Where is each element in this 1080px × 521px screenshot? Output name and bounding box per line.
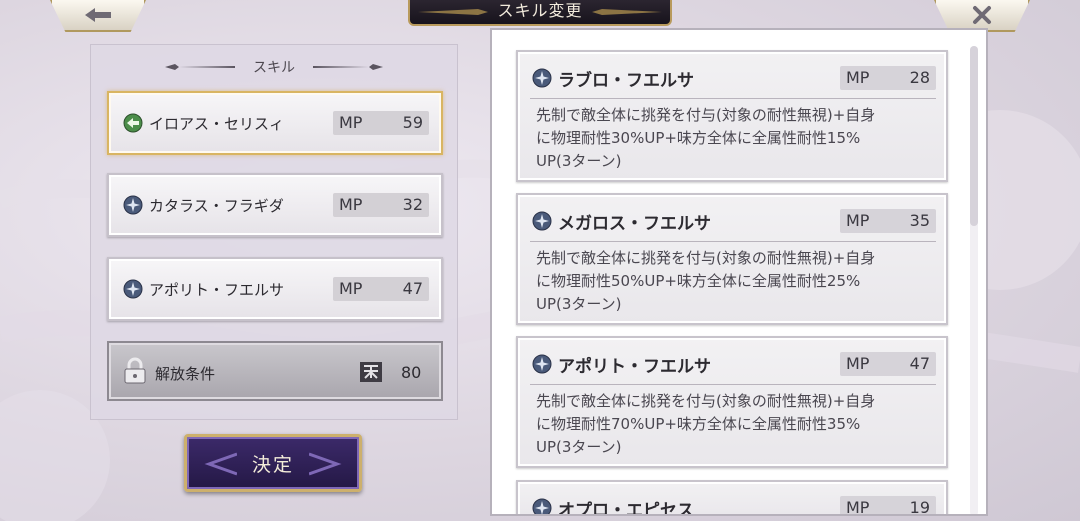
mp-value: 59 [402, 113, 423, 132]
chevron-left-ornament [204, 452, 237, 476]
description-line: UP(3ターン) [536, 438, 622, 456]
mp-cost: MP 19 [840, 496, 936, 516]
section-title: スキル [253, 60, 295, 76]
skill-slot-3[interactable]: アポリト・フエルサ MP 47 [107, 257, 443, 321]
mp-value: 28 [909, 68, 930, 87]
card-skill-name: アポリト・フエルサ [558, 357, 711, 377]
card-skill-name: オプロ・エピセス [558, 501, 694, 516]
description-line: 先制で敵全体に挑発を付与(対象の耐性無視)+自身 [536, 106, 876, 124]
mp-value: 47 [402, 279, 423, 298]
unlock-condition-value: 80 [401, 363, 422, 382]
mp-cost: MP 47 [840, 352, 936, 376]
close-icon [973, 6, 991, 24]
skill-slot-2[interactable]: カタラス・フラギダ MP 32 [107, 173, 443, 237]
card-skill-name: メガロス・フエルサ [558, 214, 711, 234]
skill-emblem-icon [123, 279, 143, 299]
mp-cost: MP 28 [840, 66, 936, 90]
title-ornament-right [592, 9, 662, 15]
scrollbar-thumb[interactable] [970, 46, 978, 226]
screen-title-plate: スキル変更 [408, 0, 672, 26]
card-skill-name: ラブロ・フエルサ [558, 71, 694, 91]
mp-label: MP [846, 68, 870, 87]
confirm-button[interactable]: 決定 [184, 434, 362, 492]
skill-card-1[interactable]: ラブロ・フエルサ MP 28 先制で敵全体に挑発を付与(対象の耐性無視)+自身 … [516, 50, 948, 182]
back-button[interactable] [50, 0, 146, 32]
mp-value: 19 [909, 498, 930, 516]
slot-skill-name: カタラス・フラギダ [149, 197, 284, 215]
skill-list-panel[interactable]: ラブロ・フエルサ MP 28 先制で敵全体に挑発を付与(対象の耐性無視)+自身 … [490, 28, 988, 516]
title-ornament-left [418, 9, 488, 15]
green-arrow-icon [123, 113, 143, 133]
slot-skill-name: イロアス・セリスィ [149, 115, 285, 133]
skill-emblem-icon [532, 211, 552, 231]
rank-kanji-icon [360, 362, 382, 382]
mp-label: MP [339, 113, 363, 132]
description-line: に物理耐性50%UP+味方全体に全属性耐性25% [536, 272, 861, 290]
skill-emblem-icon [123, 195, 143, 215]
description-line: UP(3ターン) [536, 295, 622, 313]
confirm-label: 決定 [251, 453, 294, 476]
skill-description: 先制で敵全体に挑発を付与(対象の耐性無視)+自身 に物理耐性50%UP+味方全体… [536, 247, 932, 316]
description-line: に物理耐性70%UP+味方全体に全属性耐性35% [536, 415, 861, 433]
skill-slot-1[interactable]: イロアス・セリスィ MP 59 [107, 91, 443, 155]
header-ornament-left [165, 64, 235, 70]
locked-skill-slot[interactable]: 解放条件 80 [107, 341, 443, 401]
chevron-right-ornament [309, 452, 342, 476]
skill-emblem-icon [532, 498, 552, 514]
mp-label: MP [846, 498, 870, 516]
skill-card-2[interactable]: メガロス・フエルサ MP 35 先制で敵全体に挑発を付与(対象の耐性無視)+自身… [516, 193, 948, 325]
skill-card-3[interactable]: アポリト・フエルサ MP 47 先制で敵全体に挑発を付与(対象の耐性無視)+自身… [516, 336, 948, 468]
mp-value: 32 [402, 195, 423, 214]
header-ornament-right [313, 64, 383, 70]
mp-cost: MP 35 [840, 209, 936, 233]
description-line: UP(3ターン) [536, 152, 622, 170]
mp-value: 35 [909, 211, 930, 230]
screen-title: スキル変更 [497, 1, 583, 20]
mp-label: MP [339, 195, 363, 214]
lock-icon [124, 357, 146, 384]
skill-card-4[interactable]: オプロ・エピセス MP 19 [516, 480, 948, 516]
card-divider [530, 241, 936, 242]
mp-cost: MP 59 [333, 111, 429, 135]
arrow-left-icon [85, 8, 111, 22]
unlock-condition-label: 解放条件 [155, 365, 216, 383]
card-divider [530, 98, 936, 99]
scrollbar[interactable] [970, 46, 978, 514]
skill-description: 先制で敵全体に挑発を付与(対象の耐性無視)+自身 に物理耐性30%UP+味方全体… [536, 104, 932, 173]
description-line: 先制で敵全体に挑発を付与(対象の耐性無視)+自身 [536, 392, 876, 410]
mp-label: MP [846, 354, 870, 373]
section-header: スキル [91, 57, 457, 77]
mp-cost: MP 32 [333, 193, 429, 217]
slot-skill-name: アポリト・フエルサ [149, 281, 285, 299]
equipped-skills-panel: スキル イロアス・セリスィ MP 59 カタラス・フラギダ MP 32 アポリト… [90, 44, 458, 420]
description-line: 先制で敵全体に挑発を付与(対象の耐性無視)+自身 [536, 249, 876, 267]
card-divider [530, 384, 936, 385]
mp-cost: MP 47 [333, 277, 429, 301]
skill-emblem-icon [532, 354, 552, 374]
mp-label: MP [339, 279, 363, 298]
skill-emblem-icon [532, 68, 552, 88]
description-line: に物理耐性30%UP+味方全体に全属性耐性15% [536, 129, 861, 147]
mp-label: MP [846, 211, 870, 230]
mp-value: 47 [909, 354, 930, 373]
skill-description: 先制で敵全体に挑発を付与(対象の耐性無視)+自身 に物理耐性70%UP+味方全体… [536, 390, 932, 459]
